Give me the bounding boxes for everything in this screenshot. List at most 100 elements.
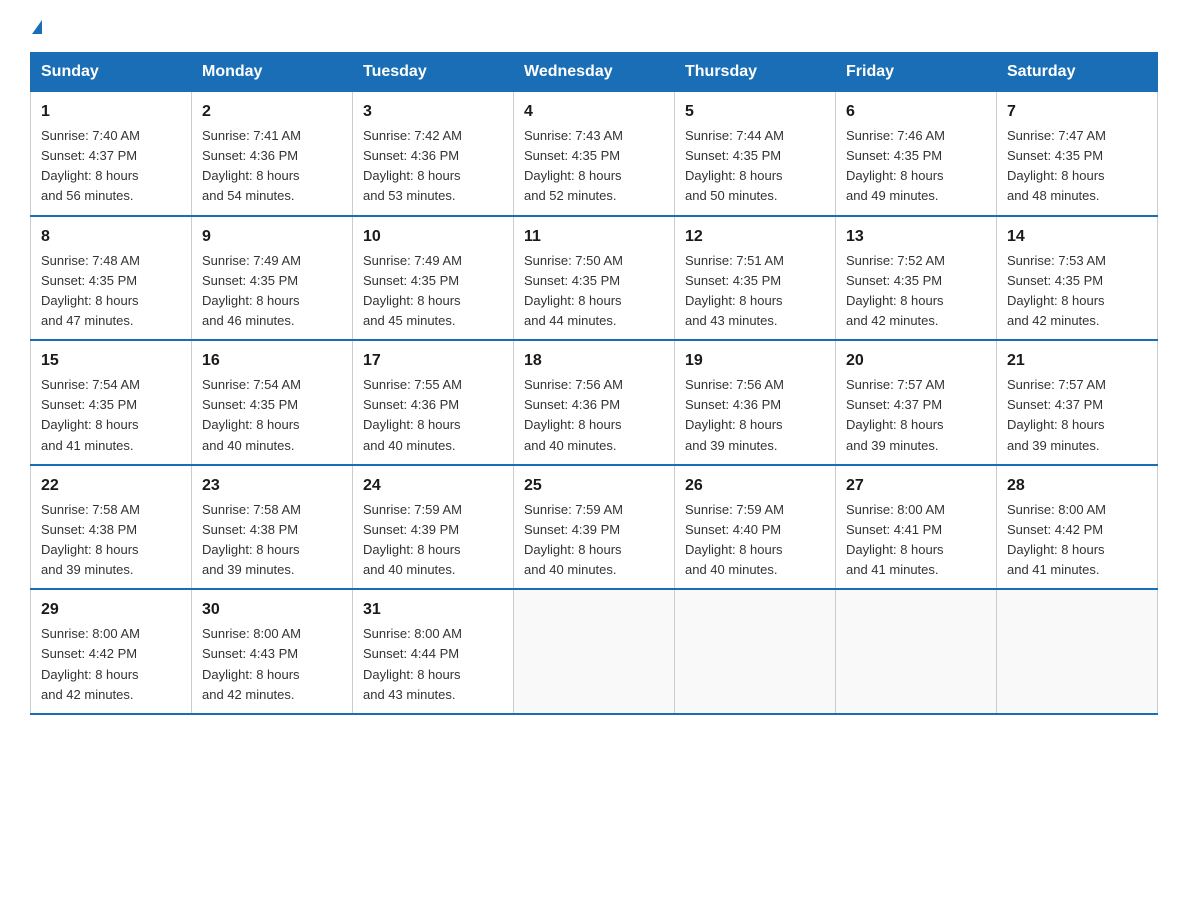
day-number: 10 [363,225,503,249]
calendar-week-row: 22 Sunrise: 7:58 AM Sunset: 4:38 PM Dayl… [31,465,1158,590]
day-number: 30 [202,598,342,622]
logo [30,20,42,34]
day-of-week-header-thursday: Thursday [675,53,836,92]
day-number: 24 [363,474,503,498]
calendar-week-row: 1 Sunrise: 7:40 AM Sunset: 4:37 PM Dayli… [31,92,1158,216]
calendar-day-cell [836,589,997,714]
calendar-day-cell: 27 Sunrise: 8:00 AM Sunset: 4:41 PM Dayl… [836,465,997,590]
calendar-day-cell: 4 Sunrise: 7:43 AM Sunset: 4:35 PM Dayli… [514,92,675,216]
calendar-table: SundayMondayTuesdayWednesdayThursdayFrid… [30,52,1158,715]
day-info: Sunrise: 7:42 AM Sunset: 4:36 PM Dayligh… [363,126,503,207]
day-number: 26 [685,474,825,498]
calendar-day-cell: 25 Sunrise: 7:59 AM Sunset: 4:39 PM Dayl… [514,465,675,590]
calendar-day-cell: 17 Sunrise: 7:55 AM Sunset: 4:36 PM Dayl… [353,340,514,465]
calendar-day-cell: 1 Sunrise: 7:40 AM Sunset: 4:37 PM Dayli… [31,92,192,216]
day-info: Sunrise: 7:58 AM Sunset: 4:38 PM Dayligh… [41,500,181,581]
day-info: Sunrise: 8:00 AM Sunset: 4:42 PM Dayligh… [41,624,181,705]
calendar-day-cell: 5 Sunrise: 7:44 AM Sunset: 4:35 PM Dayli… [675,92,836,216]
calendar-day-cell [675,589,836,714]
calendar-day-cell: 19 Sunrise: 7:56 AM Sunset: 4:36 PM Dayl… [675,340,836,465]
day-number: 29 [41,598,181,622]
day-number: 7 [1007,100,1147,124]
day-number: 2 [202,100,342,124]
day-info: Sunrise: 7:44 AM Sunset: 4:35 PM Dayligh… [685,126,825,207]
day-info: Sunrise: 8:00 AM Sunset: 4:42 PM Dayligh… [1007,500,1147,581]
calendar-day-cell: 9 Sunrise: 7:49 AM Sunset: 4:35 PM Dayli… [192,216,353,341]
calendar-day-cell: 7 Sunrise: 7:47 AM Sunset: 4:35 PM Dayli… [997,92,1158,216]
day-number: 1 [41,100,181,124]
day-info: Sunrise: 8:00 AM Sunset: 4:43 PM Dayligh… [202,624,342,705]
day-number: 13 [846,225,986,249]
day-info: Sunrise: 7:40 AM Sunset: 4:37 PM Dayligh… [41,126,181,207]
calendar-day-cell: 11 Sunrise: 7:50 AM Sunset: 4:35 PM Dayl… [514,216,675,341]
day-number: 20 [846,349,986,373]
day-info: Sunrise: 7:46 AM Sunset: 4:35 PM Dayligh… [846,126,986,207]
day-number: 27 [846,474,986,498]
calendar-day-cell: 29 Sunrise: 8:00 AM Sunset: 4:42 PM Dayl… [31,589,192,714]
day-number: 22 [41,474,181,498]
day-number: 17 [363,349,503,373]
day-info: Sunrise: 8:00 AM Sunset: 4:41 PM Dayligh… [846,500,986,581]
calendar-day-cell: 30 Sunrise: 8:00 AM Sunset: 4:43 PM Dayl… [192,589,353,714]
day-of-week-header-sunday: Sunday [31,53,192,92]
calendar-day-cell: 26 Sunrise: 7:59 AM Sunset: 4:40 PM Dayl… [675,465,836,590]
calendar-day-cell: 24 Sunrise: 7:59 AM Sunset: 4:39 PM Dayl… [353,465,514,590]
day-info: Sunrise: 7:47 AM Sunset: 4:35 PM Dayligh… [1007,126,1147,207]
calendar-day-cell: 31 Sunrise: 8:00 AM Sunset: 4:44 PM Dayl… [353,589,514,714]
calendar-day-cell: 16 Sunrise: 7:54 AM Sunset: 4:35 PM Dayl… [192,340,353,465]
day-info: Sunrise: 7:59 AM Sunset: 4:40 PM Dayligh… [685,500,825,581]
day-info: Sunrise: 7:57 AM Sunset: 4:37 PM Dayligh… [846,375,986,456]
calendar-week-row: 15 Sunrise: 7:54 AM Sunset: 4:35 PM Dayl… [31,340,1158,465]
page-header [30,20,1158,34]
day-of-week-header-saturday: Saturday [997,53,1158,92]
day-number: 14 [1007,225,1147,249]
calendar-day-cell: 10 Sunrise: 7:49 AM Sunset: 4:35 PM Dayl… [353,216,514,341]
day-number: 21 [1007,349,1147,373]
calendar-day-cell: 12 Sunrise: 7:51 AM Sunset: 4:35 PM Dayl… [675,216,836,341]
day-number: 16 [202,349,342,373]
day-number: 28 [1007,474,1147,498]
calendar-day-cell: 22 Sunrise: 7:58 AM Sunset: 4:38 PM Dayl… [31,465,192,590]
day-number: 18 [524,349,664,373]
day-info: Sunrise: 7:49 AM Sunset: 4:35 PM Dayligh… [202,251,342,332]
day-of-week-header-monday: Monday [192,53,353,92]
calendar-day-cell: 28 Sunrise: 8:00 AM Sunset: 4:42 PM Dayl… [997,465,1158,590]
day-of-week-header-wednesday: Wednesday [514,53,675,92]
day-info: Sunrise: 8:00 AM Sunset: 4:44 PM Dayligh… [363,624,503,705]
day-number: 9 [202,225,342,249]
calendar-day-cell: 6 Sunrise: 7:46 AM Sunset: 4:35 PM Dayli… [836,92,997,216]
day-number: 12 [685,225,825,249]
calendar-day-cell [514,589,675,714]
day-info: Sunrise: 7:56 AM Sunset: 4:36 PM Dayligh… [685,375,825,456]
calendar-header-row: SundayMondayTuesdayWednesdayThursdayFrid… [31,53,1158,92]
day-info: Sunrise: 7:54 AM Sunset: 4:35 PM Dayligh… [41,375,181,456]
day-number: 25 [524,474,664,498]
calendar-day-cell: 15 Sunrise: 7:54 AM Sunset: 4:35 PM Dayl… [31,340,192,465]
day-info: Sunrise: 7:43 AM Sunset: 4:35 PM Dayligh… [524,126,664,207]
calendar-day-cell: 18 Sunrise: 7:56 AM Sunset: 4:36 PM Dayl… [514,340,675,465]
calendar-week-row: 29 Sunrise: 8:00 AM Sunset: 4:42 PM Dayl… [31,589,1158,714]
day-info: Sunrise: 7:59 AM Sunset: 4:39 PM Dayligh… [363,500,503,581]
day-number: 5 [685,100,825,124]
calendar-day-cell: 8 Sunrise: 7:48 AM Sunset: 4:35 PM Dayli… [31,216,192,341]
day-info: Sunrise: 7:57 AM Sunset: 4:37 PM Dayligh… [1007,375,1147,456]
day-info: Sunrise: 7:56 AM Sunset: 4:36 PM Dayligh… [524,375,664,456]
calendar-week-row: 8 Sunrise: 7:48 AM Sunset: 4:35 PM Dayli… [31,216,1158,341]
day-info: Sunrise: 7:48 AM Sunset: 4:35 PM Dayligh… [41,251,181,332]
calendar-day-cell: 20 Sunrise: 7:57 AM Sunset: 4:37 PM Dayl… [836,340,997,465]
day-number: 31 [363,598,503,622]
day-number: 15 [41,349,181,373]
day-number: 6 [846,100,986,124]
day-of-week-header-tuesday: Tuesday [353,53,514,92]
day-info: Sunrise: 7:58 AM Sunset: 4:38 PM Dayligh… [202,500,342,581]
day-number: 23 [202,474,342,498]
day-number: 3 [363,100,503,124]
calendar-day-cell: 21 Sunrise: 7:57 AM Sunset: 4:37 PM Dayl… [997,340,1158,465]
calendar-day-cell: 3 Sunrise: 7:42 AM Sunset: 4:36 PM Dayli… [353,92,514,216]
day-info: Sunrise: 7:51 AM Sunset: 4:35 PM Dayligh… [685,251,825,332]
day-of-week-header-friday: Friday [836,53,997,92]
day-info: Sunrise: 7:55 AM Sunset: 4:36 PM Dayligh… [363,375,503,456]
calendar-day-cell: 14 Sunrise: 7:53 AM Sunset: 4:35 PM Dayl… [997,216,1158,341]
calendar-day-cell: 23 Sunrise: 7:58 AM Sunset: 4:38 PM Dayl… [192,465,353,590]
day-info: Sunrise: 7:59 AM Sunset: 4:39 PM Dayligh… [524,500,664,581]
